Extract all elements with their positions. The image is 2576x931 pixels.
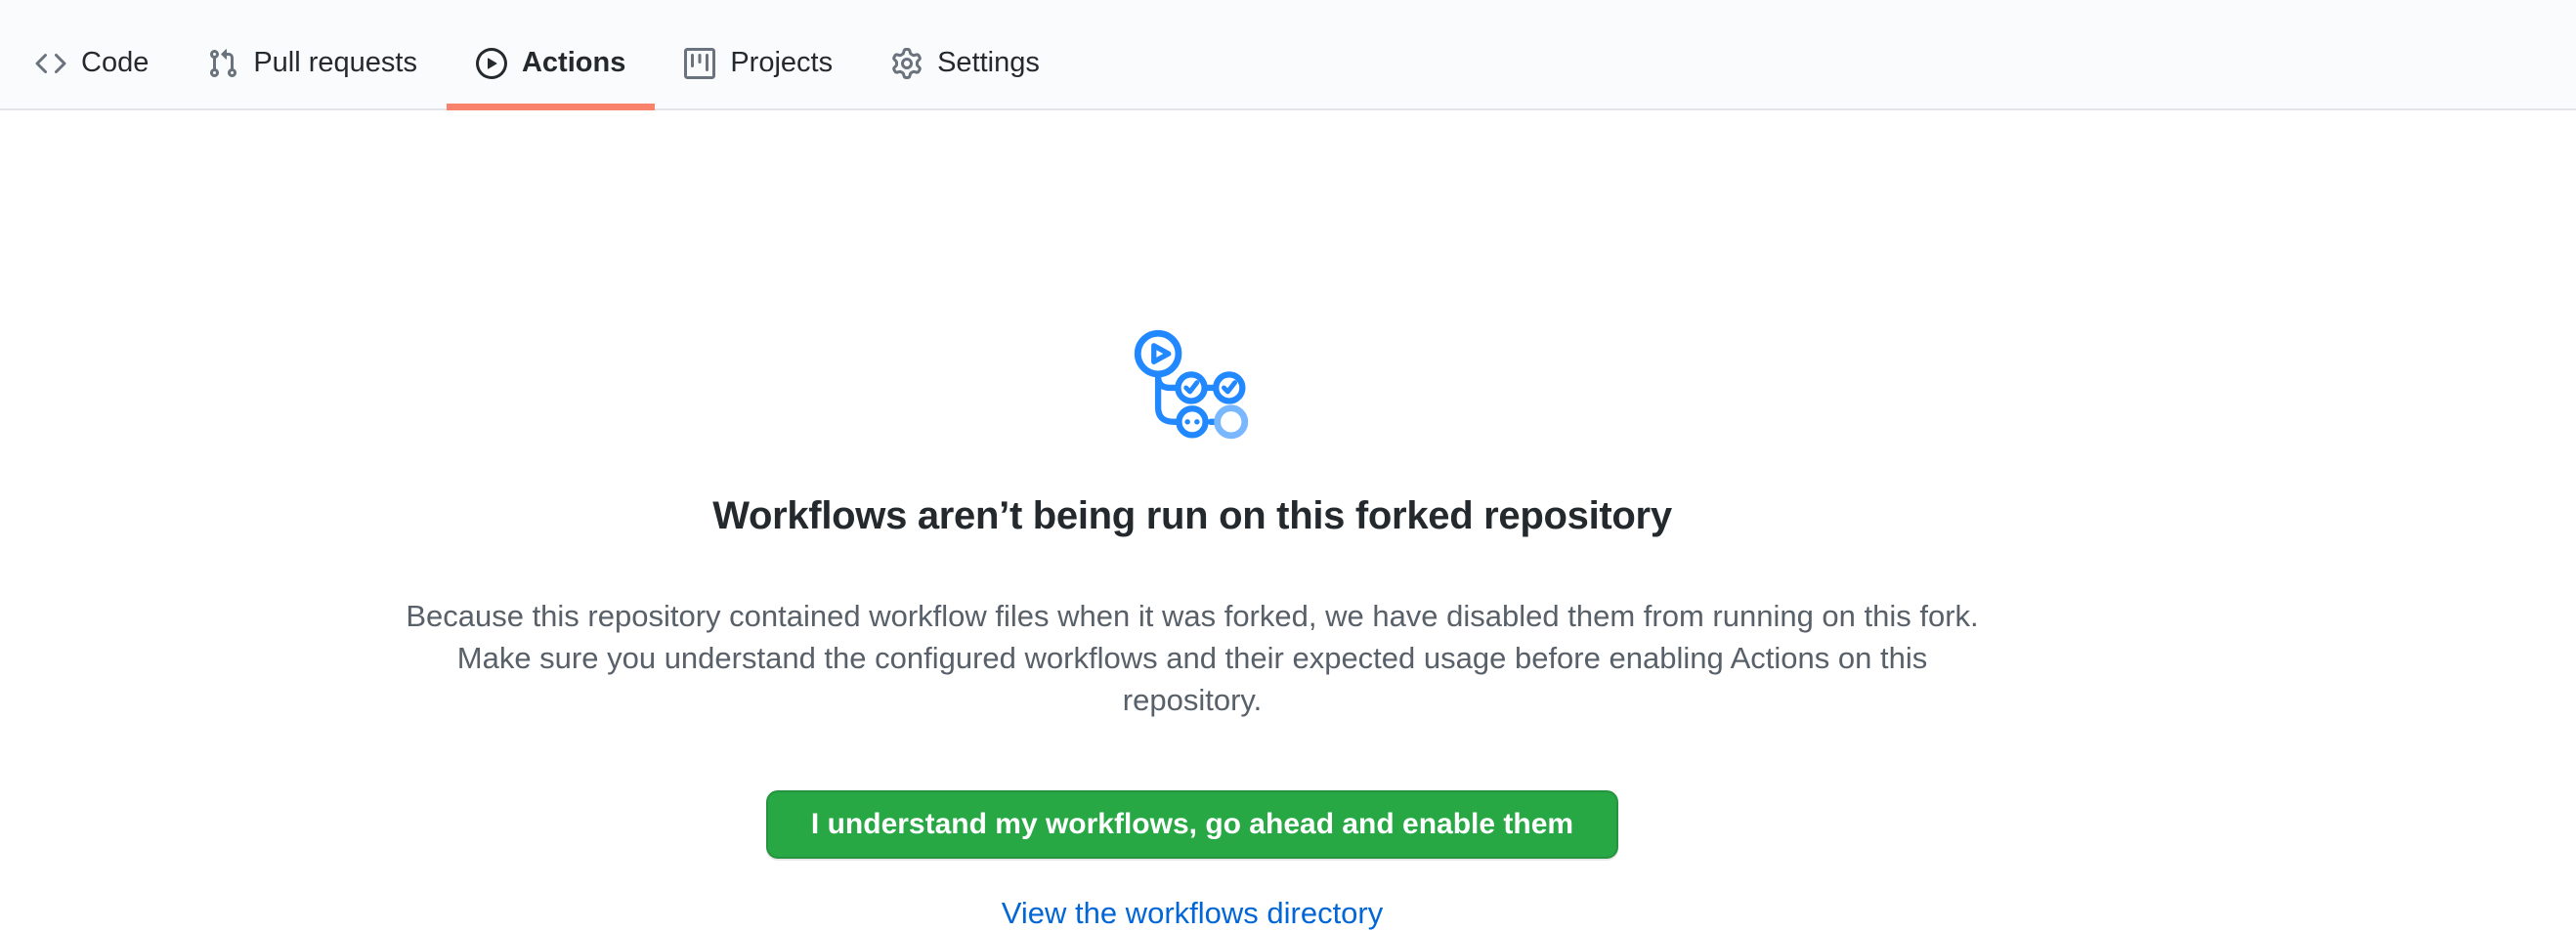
tab-pull-requests[interactable]: Pull requests: [178, 0, 447, 108]
repo-tab-nav: Code Pull requests Actions Projects Sett…: [0, 0, 2576, 110]
tab-label: Code: [81, 47, 149, 79]
tab-label: Pull requests: [253, 47, 417, 79]
git-pull-request-icon: [207, 48, 238, 79]
actions-blankslate: Workflows aren’t being run on this forke…: [0, 110, 2384, 931]
tab-projects[interactable]: Projects: [655, 0, 862, 108]
workflow-graph-icon: [1131, 324, 1254, 447]
enable-workflows-button[interactable]: I understand my workflows, go ahead and …: [766, 790, 1618, 859]
project-icon: [684, 48, 715, 79]
tab-label: Actions: [522, 47, 625, 79]
tab-actions[interactable]: Actions: [447, 0, 655, 108]
tab-label: Projects: [730, 47, 833, 79]
tab-label: Settings: [937, 47, 1040, 79]
code-icon: [35, 48, 66, 79]
view-workflows-directory-link[interactable]: View the workflows directory: [1002, 896, 1384, 931]
blankslate-title: Workflows aren’t being run on this forke…: [712, 492, 1672, 539]
play-icon: [476, 48, 507, 79]
gear-icon: [891, 48, 923, 79]
blankslate-description: Because this repository contained workfl…: [391, 595, 1994, 721]
tab-code[interactable]: Code: [6, 0, 178, 108]
tab-settings[interactable]: Settings: [862, 0, 1069, 108]
